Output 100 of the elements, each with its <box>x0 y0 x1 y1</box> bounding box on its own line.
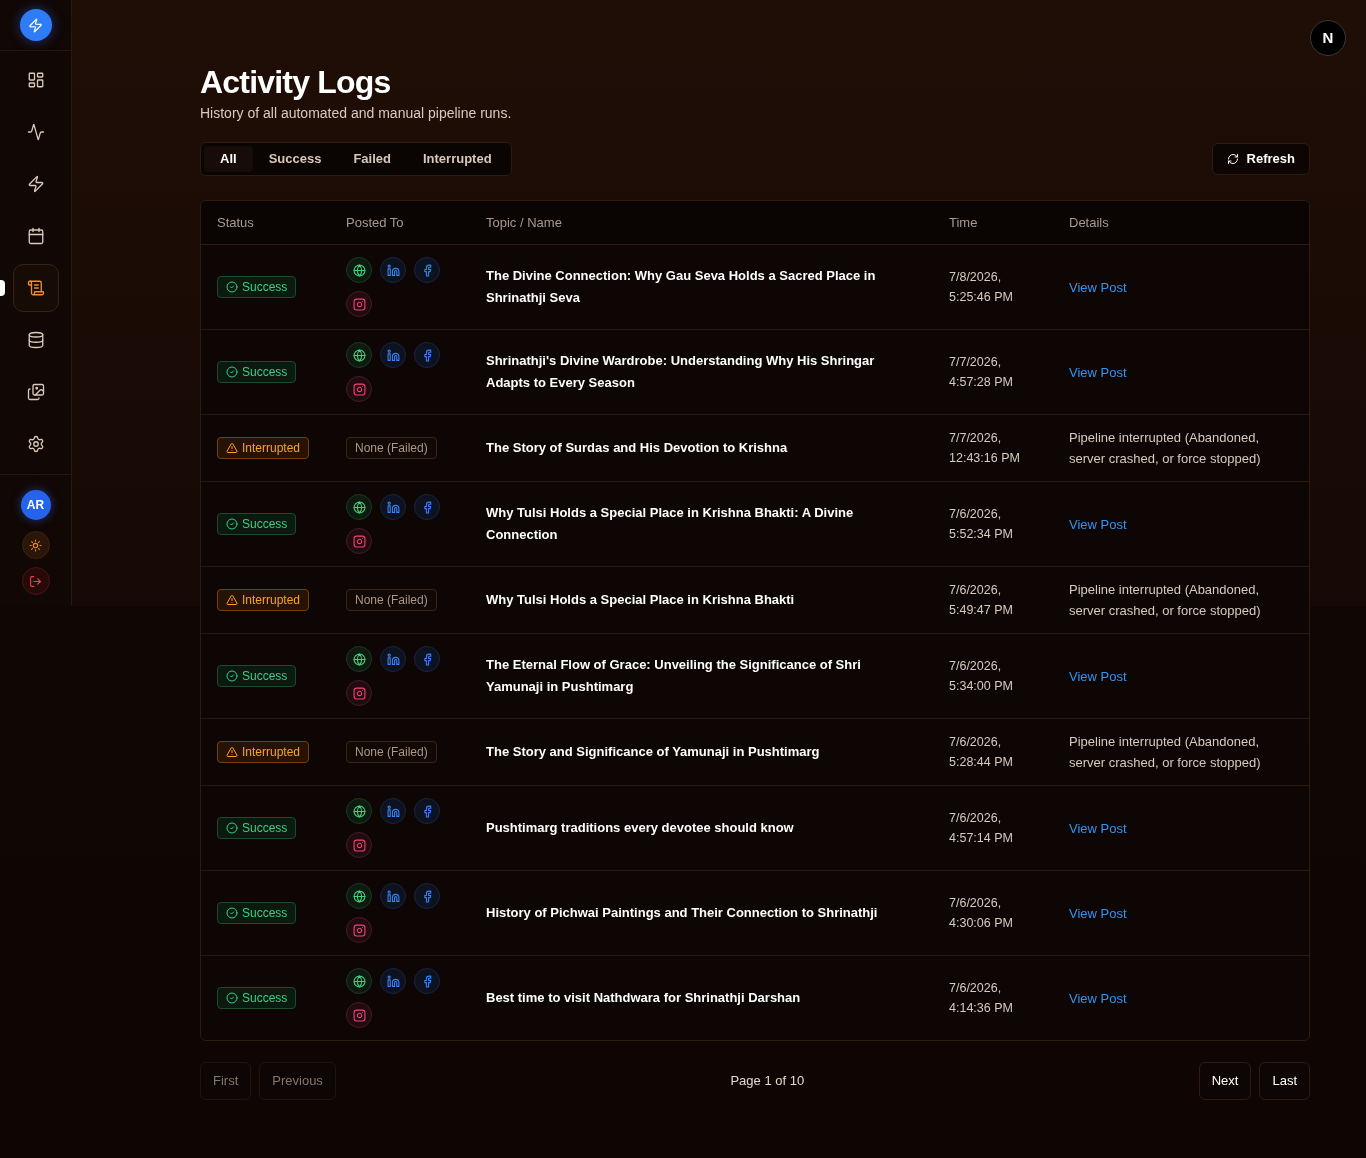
timestamp-text: 7/6/2026, 5:34:00 PM <box>949 658 1014 695</box>
sidebar-nav-button[interactable] <box>12 264 59 312</box>
instagram-icon <box>346 528 372 554</box>
globe-icon <box>346 646 372 672</box>
posted-to-tag: None (Failed) <box>346 741 437 763</box>
facebook-icon <box>414 883 440 909</box>
topic-title: Why Tulsi Holds a Special Place in Krishna Bhakti <box>486 591 796 609</box>
linkedin-icon <box>380 494 406 520</box>
filter-tab[interactable]: Success <box>252 146 338 172</box>
instagram-icon <box>346 1002 372 1028</box>
warning-icon <box>226 746 238 758</box>
page-title: Activity Logs <box>200 63 392 102</box>
linkedin-icon <box>380 798 406 824</box>
filter-tab[interactable]: Interrupted <box>406 146 508 172</box>
logout-button[interactable] <box>21 567 50 595</box>
globe-icon <box>346 494 372 520</box>
view-post-link[interactable]: View Post <box>1069 279 1127 295</box>
view-post-link[interactable]: View Post <box>1069 990 1127 1006</box>
pulse-line-icon <box>26 123 45 141</box>
check-circle-icon <box>226 281 238 293</box>
linkedin-icon <box>380 257 406 283</box>
column-header: Posted To <box>345 213 405 232</box>
timestamp-text: 7/6/2026, 5:49:47 PM <box>949 582 1014 619</box>
settings-icon <box>26 435 45 453</box>
view-post-link[interactable]: View Post <box>1069 516 1127 532</box>
view-post-link[interactable]: View Post <box>1069 820 1127 836</box>
details-text: Pipeline interrupted (Abandoned, server crashed, or force stopped) <box>1069 429 1262 468</box>
linkedin-icon <box>380 883 406 909</box>
facebook-icon <box>414 798 440 824</box>
timestamp-text: 7/6/2026, 5:52:34 PM <box>949 506 1014 543</box>
facebook-icon <box>414 342 440 368</box>
check-circle-icon <box>226 366 238 378</box>
topic-title: Pushtimarg traditions every devotee should know <box>486 819 795 837</box>
sun-icon <box>29 538 42 552</box>
details-text: Pipeline interrupted (Abandoned, server crashed, or force stopped) <box>1069 581 1262 620</box>
timestamp-text: 7/6/2026, 4:14:36 PM <box>949 980 1014 1017</box>
refresh-icon <box>1226 153 1239 165</box>
linkedin-icon <box>380 646 406 672</box>
status-text: Success <box>242 279 288 295</box>
refresh-button[interactable]: Refresh <box>1211 143 1310 175</box>
topic-title: Shrinathji's Divine Wardrobe: Understanding Why His Shringar Adapts to Every Season <box>486 352 876 392</box>
topic-title: The Story of Surdas and His Devotion to Krishna <box>486 439 789 457</box>
calendar-icon <box>26 227 45 245</box>
check-circle-icon <box>226 822 238 834</box>
scroll-icon <box>26 279 45 297</box>
view-post-link[interactable]: View Post <box>1069 364 1127 380</box>
posted-to-tag: None (Failed) <box>346 437 437 459</box>
topic-title: History of Pichwai Paintings and Their Connection to Shrinathji <box>486 904 879 922</box>
topic-title: The Eternal Flow of Grace: Unveiling the Significance of Shri Yamunaji in Pushtimarg <box>486 656 862 696</box>
instagram-icon <box>346 832 372 858</box>
facebook-icon <box>414 257 440 283</box>
status-text: Success <box>242 905 288 921</box>
linkedin-icon <box>380 968 406 994</box>
filter-tab[interactable]: Failed <box>337 146 407 172</box>
check-circle-icon <box>226 670 238 682</box>
instagram-icon <box>346 376 372 402</box>
topic-title: The Divine Connection: Why Gau Seva Holds a Sacred Place in Shrinathji Seva <box>486 267 877 307</box>
timestamp-text: 7/7/2026, 12:43:16 PM <box>949 430 1021 467</box>
instagram-icon <box>346 291 372 317</box>
facebook-icon <box>414 968 440 994</box>
topic-title: Why Tulsi Holds a Special Place in Krishna Bhakti: A Divine Connection <box>486 504 855 544</box>
logout-icon <box>29 574 42 588</box>
active-indicator <box>0 280 5 296</box>
linkedin-icon <box>380 342 406 368</box>
globe-icon <box>346 883 372 909</box>
status-text: Success <box>242 990 288 1006</box>
database-icon <box>26 331 45 349</box>
check-circle-icon <box>226 518 238 530</box>
view-post-link[interactable]: View Post <box>1069 668 1127 684</box>
view-post-link[interactable]: View Post <box>1069 905 1127 921</box>
theme-toggle-button[interactable] <box>21 531 50 559</box>
dev-badge[interactable]: N <box>1310 20 1346 56</box>
column-header: Details <box>1068 213 1110 232</box>
check-circle-icon <box>226 992 238 1004</box>
globe-icon <box>346 342 372 368</box>
user-avatar[interactable]: AR <box>20 490 51 520</box>
column-header: Time <box>948 213 979 232</box>
status-text: Success <box>242 364 288 380</box>
topic-title: The Story and Significance of Yamunaji in Pushtimarg <box>486 743 821 761</box>
status-text: Success <box>242 668 288 684</box>
topic-title: Best time to visit Nathdwara for Shrinathji Darshan <box>486 989 802 1007</box>
instagram-icon <box>346 680 372 706</box>
column-header: Status <box>216 213 255 232</box>
lightning-icon <box>26 175 45 193</box>
grid-icon <box>26 71 45 89</box>
status-text: Interrupted <box>242 744 301 760</box>
page-indicator: Page 1 of 10 <box>729 1072 806 1091</box>
facebook-icon <box>414 646 440 672</box>
status-text: Interrupted <box>242 592 301 608</box>
details-text: Pipeline interrupted (Abandoned, server crashed, or force stopped) <box>1069 733 1262 772</box>
pagination-button[interactable]: Next <box>1198 1062 1252 1100</box>
filter-tab[interactable]: All <box>204 146 253 172</box>
logo-button[interactable] <box>19 9 52 41</box>
timestamp-text: 7/6/2026, 4:30:06 PM <box>949 895 1014 932</box>
status-text: Success <box>242 820 288 836</box>
pagination-button[interactable]: Last <box>1259 1062 1310 1100</box>
page-subtitle: History of all automated and manual pipeline runs. <box>200 104 513 123</box>
timestamp-text: 7/8/2026, 5:25:46 PM <box>949 269 1014 306</box>
instagram-icon <box>346 917 372 943</box>
column-header: Topic / Name <box>485 213 563 232</box>
